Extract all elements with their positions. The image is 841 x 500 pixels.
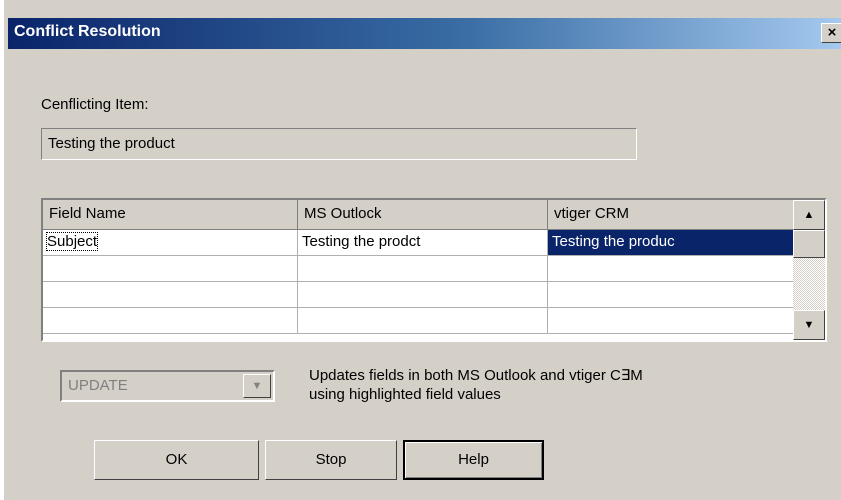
- window-title: Conflict Resolution: [14, 23, 161, 40]
- table-cell[interactable]: [298, 256, 548, 282]
- stop-button[interactable]: Stop: [265, 440, 397, 480]
- action-description: Updates fields in both MS Outlook and vt…: [309, 366, 809, 404]
- column-header-ms-outlook[interactable]: MS Outlock: [298, 200, 548, 230]
- conflicting-item-label: Cenflicting Item:: [41, 96, 149, 113]
- table-cell[interactable]: [548, 282, 795, 308]
- close-button[interactable]: ×: [821, 23, 841, 43]
- vertical-scrollbar[interactable]: ▲ ▼: [793, 200, 825, 340]
- scroll-thumb[interactable]: [793, 230, 825, 258]
- table-cell[interactable]: [43, 282, 298, 308]
- conflict-resolution-dialog: Conflict Resolution × Cenflicting Item: …: [0, 0, 841, 500]
- scroll-down-arrow-icon[interactable]: ▼: [793, 310, 825, 340]
- action-dropdown-value: UPDATE: [68, 377, 128, 394]
- table-cell-selected[interactable]: Testing the produc: [548, 230, 795, 256]
- table-cell[interactable]: Testing the prodct: [298, 230, 548, 256]
- table-cell[interactable]: [43, 256, 298, 282]
- action-description-line-2: using highlighted field values: [309, 386, 501, 403]
- ok-button[interactable]: OK: [94, 440, 259, 480]
- table-cell[interactable]: [548, 308, 795, 334]
- conflicting-item-value: Testing the product: [48, 135, 175, 152]
- action-dropdown[interactable]: UPDATE ▼: [60, 370, 275, 402]
- table-cell[interactable]: [298, 282, 548, 308]
- table-cell[interactable]: Subject: [43, 230, 298, 256]
- table-cell[interactable]: [548, 256, 795, 282]
- column-header-vtiger-crm[interactable]: vtiger CRM: [548, 200, 795, 230]
- table-cell[interactable]: [298, 308, 548, 334]
- column-header-field-name[interactable]: Field Name: [43, 200, 298, 230]
- conflicting-item-field: Testing the product: [41, 128, 637, 160]
- table-cell[interactable]: [43, 308, 298, 334]
- conflict-grid[interactable]: Field Name MS Outlock vtiger CRM Subject…: [41, 198, 827, 342]
- title-bar[interactable]: Conflict Resolution ×: [8, 18, 841, 49]
- action-description-line-1: Updates fields in both MS Outlook and vt…: [309, 367, 643, 384]
- scroll-up-arrow-icon[interactable]: ▲: [793, 200, 825, 230]
- dropdown-arrow-icon[interactable]: ▼: [243, 374, 271, 398]
- help-button[interactable]: Help: [403, 440, 544, 480]
